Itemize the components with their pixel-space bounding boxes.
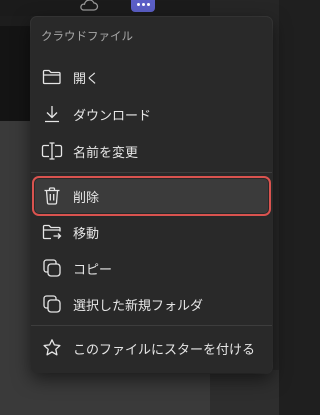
cloud-icon[interactable] <box>78 0 100 12</box>
star-icon <box>41 337 63 359</box>
menu-item-download[interactable]: ダウンロード <box>35 97 268 131</box>
context-menu: クラウドファイル 開く ダウンロード 名前を変更 削除 移動 コピー 選択した新… <box>31 17 272 373</box>
trash-icon <box>41 185 63 207</box>
menu-item-label: コピー <box>73 262 113 278</box>
copy-icon <box>41 293 63 315</box>
menu-header: クラウドファイル <box>41 29 133 43</box>
menu-item-selected-new-folder[interactable]: 選択した新規フォルダ <box>35 287 268 321</box>
menu-item-rename[interactable]: 名前を変更 <box>35 134 268 168</box>
folder-move-icon <box>41 221 63 243</box>
menu-item-label: 移動 <box>73 226 100 242</box>
more-dot-icon <box>141 2 145 6</box>
menu-item-move[interactable]: 移動 <box>35 215 268 249</box>
menu-item-star-file[interactable]: このファイルにスターを付ける <box>35 331 268 365</box>
rename-icon <box>41 140 63 162</box>
menu-item-delete[interactable]: 削除 <box>32 176 271 216</box>
menu-divider <box>31 325 272 326</box>
menu-item-label: 選択した新規フォルダ <box>73 298 204 314</box>
menu-item-label: ダウンロード <box>73 108 152 124</box>
menu-item-label: 削除 <box>73 190 100 206</box>
left-panel <box>0 26 31 121</box>
more-dot-icon <box>146 2 150 6</box>
menu-item-label: このファイルにスターを付ける <box>73 342 256 358</box>
menu-divider <box>31 172 272 173</box>
menu-item-copy[interactable]: コピー <box>35 251 268 285</box>
copy-icon <box>41 257 63 279</box>
more-options-button[interactable] <box>131 0 155 12</box>
menu-item-label: 名前を変更 <box>73 145 139 161</box>
menu-item-label: 開く <box>73 71 100 87</box>
folder-open-icon <box>41 66 63 88</box>
menu-item-open[interactable]: 開く <box>35 60 268 94</box>
right-panel-lower <box>210 370 279 415</box>
download-icon <box>41 103 63 125</box>
more-dot-icon <box>136 2 140 6</box>
